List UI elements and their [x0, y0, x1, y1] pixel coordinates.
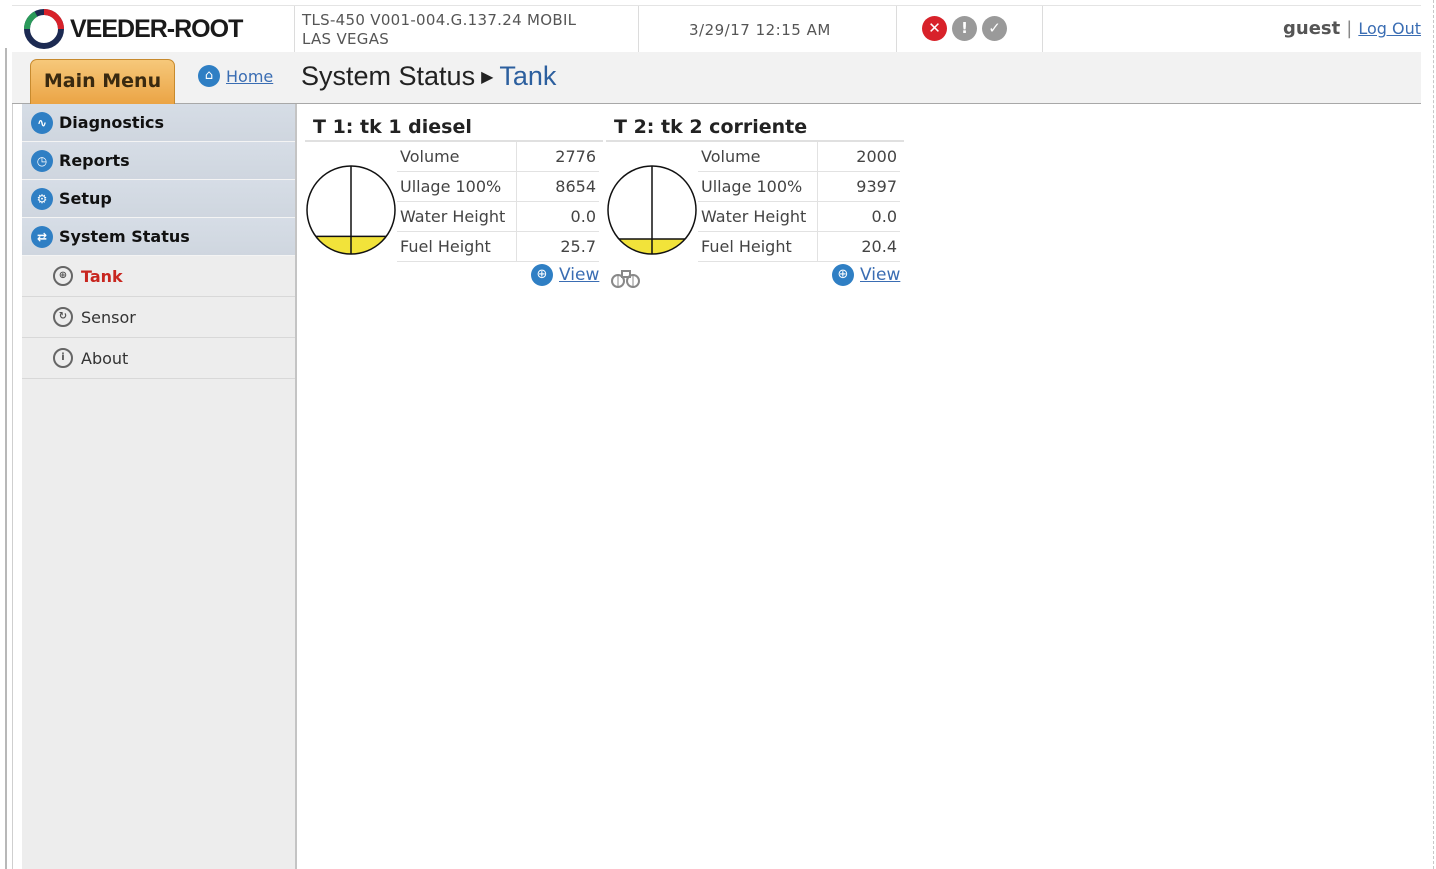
frame-border	[5, 48, 7, 869]
tank-inventory-table: Volume 2000 Ullage 100% 9397 Water Height 0…	[698, 142, 900, 262]
system-status-icon: ⇄	[31, 225, 53, 248]
title-bar: Main Menu ⌂ Home System Status ▶ Tank	[12, 52, 1421, 104]
header-bar: VEEDER-ROOT TLS-450 V001-004.G.137.24 MO…	[12, 5, 1421, 53]
diagnostics-icon: ∿	[31, 111, 53, 134]
sidebar-item-label: Sensor	[81, 307, 136, 327]
home-icon: ⌂	[198, 65, 220, 87]
brand-logo: VEEDER-ROOT	[22, 9, 243, 49]
sidebar-item-tank[interactable]: ⊕ Tank	[22, 256, 295, 297]
row-label: Water Height	[397, 201, 517, 232]
main-menu-tab[interactable]: Main Menu	[30, 59, 175, 104]
row-label: Ullage 100%	[397, 171, 517, 202]
ok-icon[interactable]: ✓	[982, 16, 1007, 41]
view-link-label[interactable]: View	[860, 265, 900, 285]
sensor-icon: ↻	[53, 307, 73, 327]
table-row: Ullage 100% 9397	[698, 171, 900, 202]
row-value: 2776	[516, 142, 599, 172]
table-row: Water Height 0.0	[698, 201, 900, 232]
row-label: Volume	[397, 142, 517, 172]
sidebar-item-system-status[interactable]: ⇄ System Status	[22, 218, 295, 256]
view-link-label[interactable]: View	[559, 265, 599, 285]
sidebar-item-label: Reports	[59, 151, 130, 170]
row-label: Volume	[698, 142, 818, 172]
username: guest	[1283, 18, 1341, 39]
sidebar-item-setup[interactable]: ⚙ Setup	[22, 180, 295, 218]
table-row: Water Height 0.0	[397, 201, 599, 232]
sidebar-item-about[interactable]: i About	[22, 338, 295, 379]
tank-title: T 2: tk 2 corriente	[606, 112, 904, 142]
status-indicators: ✕ ! ✓	[922, 16, 1007, 41]
site-name: LAS VEGAS	[302, 30, 390, 48]
tank-body: Volume 2000 Ullage 100% 9397 Water Height 0…	[606, 142, 904, 262]
row-label: Fuel Height	[397, 231, 517, 262]
header-divider	[896, 6, 897, 52]
frame-border	[12, 100, 13, 869]
sidebar-item-reports[interactable]: ◷ Reports	[22, 142, 295, 180]
sidebar-item-label: About	[81, 348, 129, 368]
setup-icon: ⚙	[31, 187, 53, 210]
system-datetime: 3/29/17 12:15 AM	[689, 21, 831, 39]
row-label: Water Height	[698, 201, 818, 232]
table-row: Volume 2776	[397, 142, 599, 172]
tank-gauge-icon[interactable]	[606, 164, 698, 256]
tank-body: Volume 2776 Ullage 100% 8654 Water Height 0…	[305, 142, 603, 262]
breadcrumb: System Status ▶ Tank	[301, 61, 556, 92]
sidebar-item-label: Tank	[81, 266, 123, 286]
breadcrumb-current: Tank	[499, 61, 557, 91]
user-area: guest | Log Out	[1283, 18, 1421, 39]
veeder-root-logo-icon	[24, 9, 64, 49]
sidebar-item-label: System Status	[59, 227, 190, 246]
frame-border	[1433, 0, 1434, 869]
header-divider	[638, 6, 639, 52]
row-value: 8654	[516, 171, 599, 202]
tank-view-link[interactable]: ⊕ View	[832, 264, 900, 286]
home-link-label[interactable]: Home	[226, 67, 273, 86]
tank-view-link[interactable]: ⊕ View	[531, 264, 599, 286]
separator: |	[1346, 18, 1353, 39]
warning-icon[interactable]: !	[952, 16, 977, 41]
breadcrumb-section: System Status	[301, 61, 476, 91]
binoculars-icon[interactable]	[610, 267, 642, 293]
row-value: 0.0	[817, 201, 900, 232]
table-row: Fuel Height 20.4	[698, 231, 900, 262]
system-model: TLS-450 V001-004.G.137.24 MOBIL	[302, 11, 577, 29]
header-divider	[1042, 6, 1043, 52]
reports-icon: ◷	[31, 149, 53, 172]
table-row: Volume 2000	[698, 142, 900, 172]
table-row: Fuel Height 25.7	[397, 231, 599, 262]
table-row: Ullage 100% 8654	[397, 171, 599, 202]
row-value: 2000	[817, 142, 900, 172]
alarm-icon[interactable]: ✕	[922, 16, 947, 41]
row-value: 25.7	[516, 231, 599, 262]
zoom-icon: ⊕	[832, 264, 854, 286]
header-divider	[294, 6, 295, 52]
row-label: Ullage 100%	[698, 171, 818, 202]
info-icon: i	[53, 348, 73, 368]
system-info: TLS-450 V001-004.G.137.24 MOBIL LAS VEGA…	[302, 11, 576, 49]
row-value: 9397	[817, 171, 900, 202]
tank-icon: ⊕	[53, 266, 73, 286]
sidebar-item-diagnostics[interactable]: ∿ Diagnostics	[22, 104, 295, 142]
brand-name: VEEDER-ROOT	[70, 14, 243, 43]
sidebar-item-label: Setup	[59, 189, 112, 208]
home-link[interactable]: ⌂ Home	[198, 65, 273, 87]
sidebar-item-label: Diagnostics	[59, 113, 165, 132]
zoom-icon: ⊕	[531, 264, 553, 286]
tank-title: T 1: tk 1 diesel	[305, 112, 603, 142]
tank-panel: T 2: tk 2 corriente Volume 2000 Ullage 10…	[606, 112, 904, 262]
row-value: 20.4	[817, 231, 900, 262]
row-label: Fuel Height	[698, 231, 818, 262]
sidebar-item-sensor[interactable]: ↻ Sensor	[22, 297, 295, 338]
tank-gauge-icon[interactable]	[305, 164, 397, 256]
tank-panel: T 1: tk 1 diesel Volume 2776 Ullage 100% 8…	[305, 112, 603, 262]
row-value: 0.0	[516, 201, 599, 232]
breadcrumb-arrow-icon: ▶	[481, 69, 494, 86]
sidebar-menu: ∿ Diagnostics ◷ Reports ⚙ Setup ⇄ System…	[22, 104, 297, 869]
tank-inventory-table: Volume 2776 Ullage 100% 8654 Water Height 0…	[397, 142, 599, 262]
logout-link[interactable]: Log Out	[1358, 19, 1421, 38]
